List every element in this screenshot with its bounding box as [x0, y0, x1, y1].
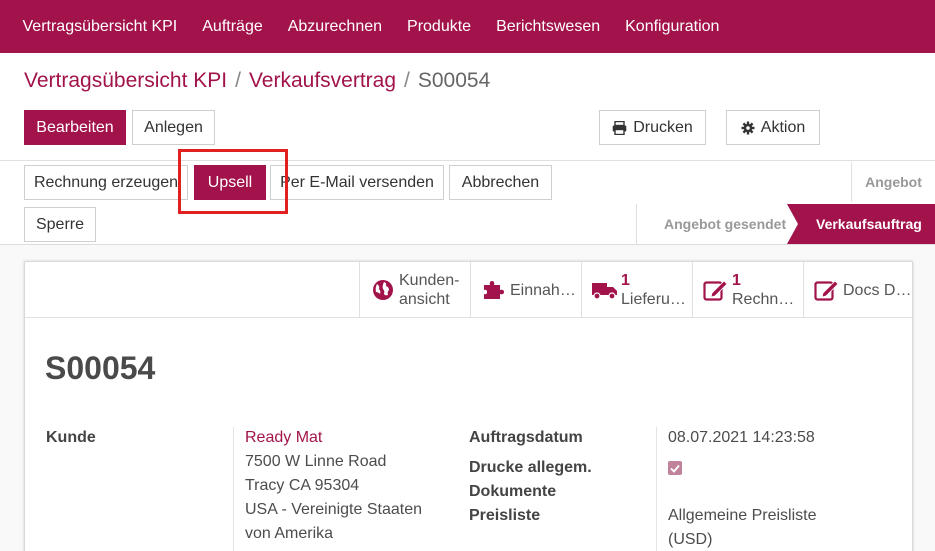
globe-icon	[370, 279, 396, 301]
breadcrumb-separator: /	[404, 69, 410, 92]
edit-document-icon	[703, 278, 729, 302]
order-date-value: 08.07.2021 14:23:58	[668, 429, 815, 446]
nav-item-berichtswesen[interactable]: Berichtswesen	[484, 18, 613, 36]
print-docs-checkbox[interactable]	[668, 461, 682, 475]
nav-item-produkte[interactable]: Produkte	[395, 18, 484, 36]
record-title: S00054	[45, 350, 156, 386]
breadcrumb-current: S00054	[417, 69, 491, 92]
breadcrumb: Vertragsübersicht KPI / Verkaufsvertrag …	[24, 69, 490, 93]
edit-document-icon	[814, 278, 840, 302]
breadcrumb-link-verkaufsvertrag[interactable]: Verkaufsvertrag	[249, 69, 396, 93]
nav-item-vertragsuebersicht[interactable]: Vertragsübersicht KPI	[10, 18, 190, 36]
income-button[interactable]: Einnah…	[470, 262, 581, 318]
customer-address-line3: USA - Vereinigte Staaten	[245, 501, 422, 518]
customer-address-line1: 7500 W Linne Road	[245, 453, 387, 470]
pricelist-label: Preisliste	[469, 507, 541, 524]
pricelist-value-line1[interactable]: Allgemeine Preisliste	[668, 507, 817, 525]
order-date-label: Auftragsdatum	[469, 429, 583, 446]
header-divider	[0, 160, 935, 161]
status-stage-sent[interactable]: Angebot gesendet	[664, 204, 786, 244]
printer-icon	[612, 120, 627, 135]
nav-item-konfiguration[interactable]: Konfiguration	[613, 18, 732, 36]
customer-view-label-line2: ansicht	[399, 291, 450, 308]
invoices-button[interactable]: 1 Rechn…	[692, 262, 803, 318]
truck-icon	[592, 279, 618, 301]
docs-label: Docs D…	[843, 281, 912, 299]
breadcrumb-link-kpi[interactable]: Vertragsübersicht KPI	[24, 69, 227, 93]
action-button-label: Aktion	[760, 118, 806, 136]
upsell-button[interactable]: Upsell	[194, 165, 266, 200]
invoices-label: Rechn…	[732, 291, 795, 308]
action-button[interactable]: Aktion	[726, 110, 820, 145]
field-divider	[233, 427, 234, 551]
print-docs-label-line1: Drucke allegem.	[469, 459, 592, 476]
lock-button[interactable]: Sperre	[24, 207, 96, 242]
send-email-button[interactable]: Per E-Mail versenden	[270, 165, 444, 200]
print-button[interactable]: Drucken	[599, 110, 706, 145]
customer-link[interactable]: Ready Mat	[245, 429, 322, 447]
create-invoice-button[interactable]: Rechnung erzeugen	[24, 165, 188, 200]
nav-item-abzurechnen[interactable]: Abzurechnen	[275, 18, 394, 36]
puzzle-icon	[481, 279, 507, 301]
customer-view-label-line1: Kunden-	[399, 272, 460, 289]
invoices-count: 1	[732, 272, 741, 289]
income-label: Einnah…	[510, 281, 576, 299]
customer-address-line4: von Amerika	[245, 525, 334, 542]
breadcrumb-separator: /	[235, 69, 241, 92]
field-divider	[656, 427, 657, 551]
checkmark-icon	[670, 464, 680, 473]
print-button-label: Drucken	[633, 118, 693, 136]
pricelist-value-line2: (USD)	[668, 531, 713, 548]
status-stage-angebot[interactable]: Angebot	[851, 162, 935, 202]
customer-view-button[interactable]: Kunden- ansicht	[359, 262, 470, 318]
customer-address-line2: Tracy CA 95304	[245, 477, 360, 494]
edit-button[interactable]: Bearbeiten	[24, 110, 126, 145]
delivery-count: 1	[621, 272, 630, 289]
gear-icon	[741, 121, 755, 135]
smart-button-box: Kunden- ansicht Einnah… 1 Lieferu… 1 Rec…	[25, 262, 914, 318]
delivery-button[interactable]: 1 Lieferu…	[581, 262, 692, 318]
top-navbar: Vertragsübersicht KPI Aufträge Abzurechn…	[0, 0, 935, 53]
create-button[interactable]: Anlegen	[132, 110, 215, 145]
delivery-label: Lieferu…	[621, 291, 686, 308]
docs-button[interactable]: Docs D…	[803, 262, 914, 318]
customer-label: Kunde	[46, 429, 96, 446]
print-docs-label-line2: Dokumente	[469, 483, 557, 500]
cancel-button[interactable]: Abbrechen	[449, 165, 552, 200]
nav-item-auftraege[interactable]: Aufträge	[190, 18, 275, 36]
status-stage-active[interactable]: Verkaufsauftrag	[816, 204, 922, 244]
